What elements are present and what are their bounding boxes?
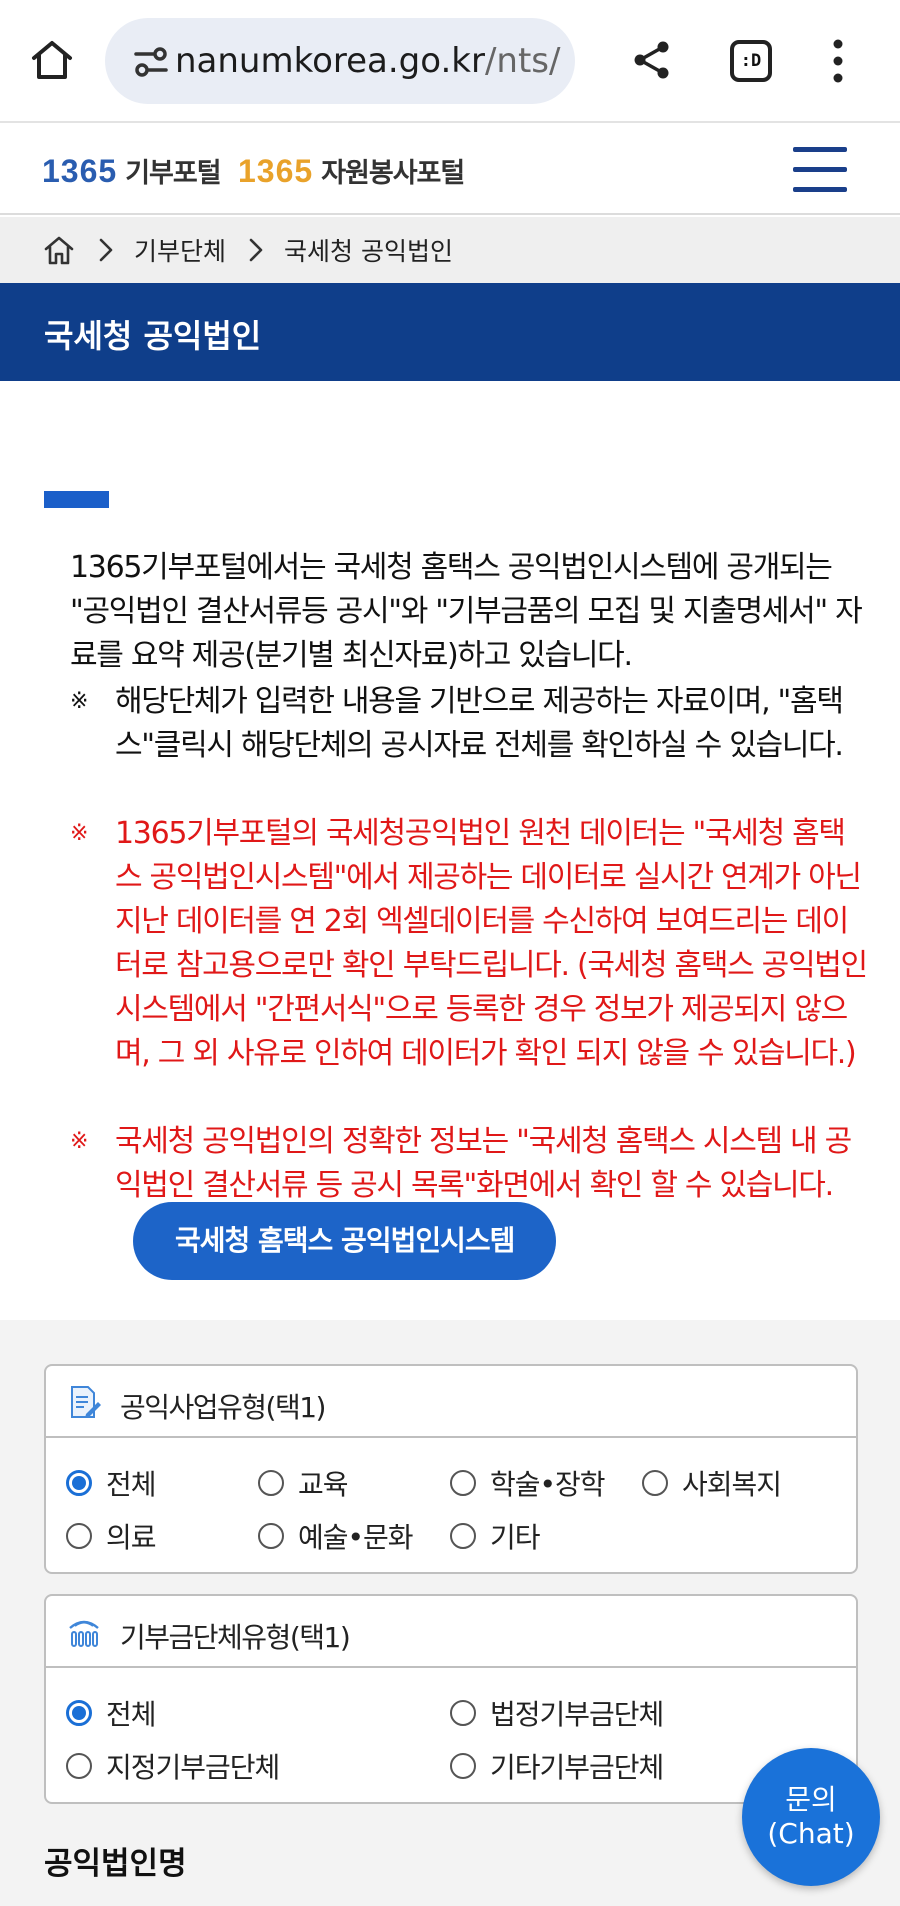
radio-icon[interactable]	[66, 1523, 92, 1549]
logo2-number: 1365	[238, 153, 314, 189]
radio-label: 사회복지	[682, 1468, 782, 1501]
breadcrumb: 기부단체 국세청 공익법인	[0, 217, 900, 283]
radio-icon[interactable]	[642, 1470, 668, 1496]
notice-item-warning: ※ 국세청 공익법인의 정확한 정보는 "국세청 홈택스 시스템 내 공익법인 …	[70, 1120, 870, 1286]
radio-org-other[interactable]: 기타기부금단체	[450, 1746, 664, 1786]
filter-header: 기부금단체유형(택1)	[46, 1596, 856, 1668]
radio-business-other[interactable]: 기타	[450, 1516, 541, 1556]
radio-business-welfare[interactable]: 사회복지	[642, 1463, 782, 1503]
page-title-band: 국세청 공익법인	[0, 283, 900, 381]
radio-selected-icon[interactable]	[66, 1470, 92, 1496]
logo1-text: 기부포털	[125, 158, 221, 189]
browser-toolbar: nanumkorea.go.kr/nts/ :D	[0, 0, 900, 123]
radio-label: 법정기부금단체	[490, 1698, 664, 1731]
radio-org-all[interactable]: 전체	[66, 1693, 157, 1733]
site-settings-icon[interactable]	[133, 44, 169, 80]
notice-text: 국세청 공익법인의 정확한 정보는 "국세청 홈택스 시스템 내 공익법인 결산…	[115, 1124, 852, 1203]
radio-icon[interactable]	[66, 1753, 92, 1779]
radio-icon[interactable]	[450, 1470, 476, 1496]
url-host: nanumkorea.go.kr	[175, 41, 485, 81]
home-icon[interactable]	[28, 36, 76, 84]
intro-text: 1365기부포털에서는 국세청 홈택스 공익법인시스템에 공개되는 "공익법인 …	[70, 550, 863, 673]
notice-mark: ※	[70, 1129, 88, 1154]
notice-text: 해당단체가 입력한 내용을 기반으로 제공하는 자료이며, "홈택스"클릭시 해…	[115, 684, 844, 763]
notice-item-warning: ※ 1365기부포털의 국세청공익법인 원천 데이터는 "국세청 홈택스 공익법…	[70, 812, 870, 1076]
chat-inquiry-button[interactable]: 문의 (Chat)	[742, 1748, 880, 1886]
radio-icon[interactable]	[450, 1700, 476, 1726]
breadcrumb-item-donation-orgs[interactable]: 기부단체	[134, 232, 226, 268]
notice-mark: ※	[70, 689, 88, 714]
radio-label: 예술•문화	[298, 1521, 414, 1554]
tab-switcher-button[interactable]: :D	[730, 40, 772, 82]
url-text: nanumkorea.go.kr/nts/	[175, 40, 560, 82]
radio-business-education[interactable]: 교육	[258, 1463, 349, 1503]
breadcrumb-item-current: 국세청 공익법인	[284, 237, 453, 266]
breadcrumb-home-icon[interactable]	[42, 233, 76, 267]
radio-label: 의료	[106, 1521, 157, 1554]
logo1-number: 1365	[42, 153, 118, 189]
hometax-system-button[interactable]: 국세청 홈택스 공익법인시스템	[133, 1202, 557, 1280]
radio-icon[interactable]	[450, 1753, 476, 1779]
org-type-filter: 기부금단체유형(택1) 전체 법정기부금단체 지정기부금단체 기타기부금단체	[44, 1594, 858, 1804]
logo2-text: 자원봉사포털	[321, 158, 465, 189]
radio-label: 전체	[106, 1468, 157, 1501]
filter-header: 공익사업유형(택1)	[46, 1366, 856, 1438]
address-bar[interactable]: nanumkorea.go.kr/nts/	[105, 18, 575, 104]
radio-org-designated[interactable]: 지정기부금단체	[66, 1746, 280, 1786]
donation-portal-logo[interactable]: 1365 기부포털	[42, 151, 222, 190]
radio-label: 전체	[106, 1698, 157, 1731]
radio-business-medical[interactable]: 의료	[66, 1516, 157, 1556]
radio-label: 기타	[490, 1521, 541, 1554]
hamburger-menu-icon[interactable]	[793, 145, 847, 193]
radio-label: 지정기부금단체	[106, 1751, 280, 1784]
filter-label: 공익사업유형(택1)	[120, 1391, 326, 1424]
more-menu-icon[interactable]	[826, 38, 850, 84]
chat-label-line2: (Chat)	[767, 1817, 855, 1850]
radio-business-all[interactable]: 전체	[66, 1463, 157, 1503]
radio-icon[interactable]	[258, 1470, 284, 1496]
radio-icon[interactable]	[258, 1523, 284, 1549]
business-type-filter: 공익사업유형(택1) 전체 교육 학술•장학 사회복지 의료 예술•문화 기타	[44, 1364, 858, 1574]
radio-label: 기타기부금단체	[490, 1751, 664, 1784]
document-edit-icon	[71, 1386, 101, 1418]
page-title: 국세청 공익법인	[44, 317, 262, 355]
notice-mark: ※	[70, 821, 88, 846]
radio-business-scholarship[interactable]: 학술•장학	[450, 1463, 606, 1503]
radio-label: 교육	[298, 1468, 349, 1501]
site-header: 1365 기부포털 1365 자원봉사포털	[0, 125, 900, 215]
volunteer-portal-logo[interactable]: 1365 자원봉사포털	[238, 151, 465, 190]
notice-text: 1365기부포털의 국세청공익법인 원천 데이터는 "국세청 홈택스 공익법인시…	[115, 816, 868, 1071]
building-icon	[69, 1620, 99, 1647]
radio-icon[interactable]	[450, 1523, 476, 1549]
chevron-right-icon	[99, 238, 113, 262]
section-accent-bar	[44, 491, 109, 508]
chat-label-line1: 문의	[785, 1783, 837, 1816]
radio-business-arts[interactable]: 예술•문화	[258, 1516, 414, 1556]
radio-selected-icon[interactable]	[66, 1700, 92, 1726]
share-icon[interactable]	[630, 38, 674, 82]
url-path: /nts/	[484, 41, 561, 81]
filter-label: 기부금단체유형(택1)	[120, 1621, 351, 1654]
notice-item: ※ 해당단체가 입력한 내용을 기반으로 제공하는 자료이며, "홈택스"클릭시…	[70, 680, 870, 768]
org-name-label: 공익법인명	[44, 1846, 187, 1882]
radio-org-statutory[interactable]: 법정기부금단체	[450, 1693, 664, 1733]
radio-label: 학술•장학	[490, 1468, 606, 1501]
chevron-right-icon	[249, 238, 263, 262]
